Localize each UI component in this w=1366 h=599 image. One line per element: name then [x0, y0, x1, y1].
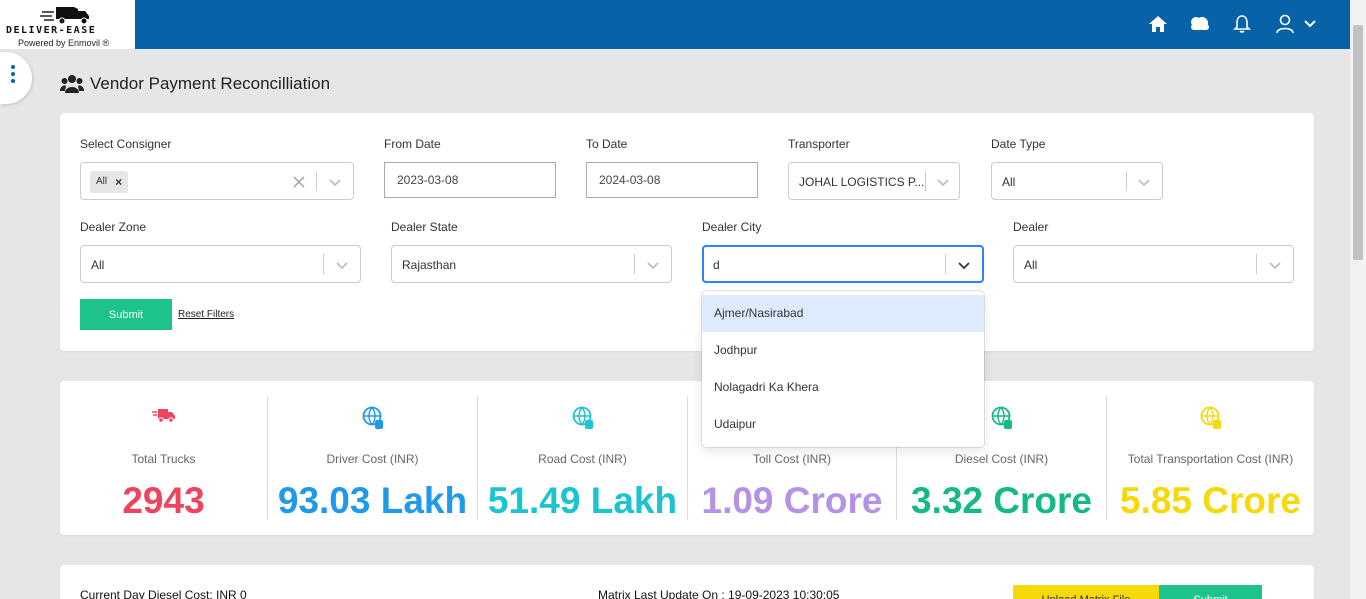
- dealer-label: Dealer: [1013, 220, 1049, 234]
- weather-cloud-icon[interactable]: [1188, 12, 1212, 36]
- to-date-label: To Date: [586, 137, 628, 151]
- dealer-city-select[interactable]: d: [702, 245, 984, 283]
- dealer-state-value: Rajasthan: [402, 258, 457, 272]
- current-diesel-cost-text: Current Day Diesel Cost: INR 0: [80, 588, 247, 599]
- stat-label: Total Transportation Cost (INR): [1127, 452, 1294, 466]
- transporter-select[interactable]: JOHAL LOGISTICS P...: [788, 162, 960, 200]
- truck-icon: [151, 409, 175, 423]
- stat-value: 5.85 Crore: [1120, 480, 1301, 521]
- submit-button[interactable]: Submit: [80, 299, 172, 330]
- dealer-city-label: Dealer City: [702, 220, 762, 234]
- stat-label: Diesel Cost (INR): [954, 452, 1049, 466]
- page-title: Vendor Payment Reconcilliation: [60, 74, 330, 94]
- date-type-select[interactable]: All: [991, 162, 1163, 200]
- chevron-down-icon[interactable]: [327, 174, 343, 190]
- chevron-down-icon[interactable]: [334, 257, 350, 273]
- transporter-value: JOHAL LOGISTICS P...: [799, 175, 924, 189]
- to-date-input[interactable]: 2024-03-08: [586, 162, 758, 198]
- dealer-zone-label: Dealer Zone: [80, 220, 147, 234]
- select-separator: [1256, 254, 1257, 274]
- dealer-state-select[interactable]: Rajasthan: [391, 245, 672, 283]
- stat-total-trucks: Total Trucks 2943: [60, 396, 267, 521]
- from-date-input[interactable]: 2023-03-08: [384, 162, 556, 198]
- page-title-text: Vendor Payment Reconcilliation: [90, 74, 331, 93]
- reset-filters-link[interactable]: Reset Filters: [178, 309, 234, 320]
- matrix-submit-button[interactable]: Submit: [1159, 585, 1262, 599]
- consigner-label: Select Consigner: [80, 137, 172, 151]
- truck-logo-icon: [40, 7, 89, 25]
- home-icon[interactable]: [1146, 12, 1170, 36]
- dot-icon: [11, 72, 15, 76]
- stat-value: 2943: [122, 480, 205, 521]
- stat-driver-cost: Driver Cost (INR) 93.03 Lakh: [268, 396, 477, 521]
- user-menu[interactable]: [1272, 12, 1320, 36]
- stat-label: Road Cost (INR): [538, 452, 627, 466]
- filter-panel: Select Consigner All × From Date 2023-03…: [60, 113, 1314, 351]
- globe-hand-icon: [572, 406, 593, 429]
- matrix-update-text: Matrix Last Update On : 19-09-2023 10:30…: [598, 588, 840, 599]
- diesel-matrix-panel: Current Day Diesel Cost: INR 0 Matrix La…: [60, 565, 1314, 599]
- stat-label: Total Trucks: [131, 452, 196, 466]
- dot-icon: [11, 79, 15, 83]
- stat-label: Toll Cost (INR): [752, 452, 831, 466]
- scrollbar-thumb[interactable]: [1353, 25, 1363, 260]
- sidebar-toggle[interactable]: [0, 52, 32, 104]
- stat-value: 3.32 Crore: [911, 480, 1092, 521]
- remove-tag-icon[interactable]: ×: [115, 171, 122, 193]
- brand-logo[interactable]: DELIVER-EASE Powered by Enmovil ®: [0, 0, 135, 49]
- dealer-select[interactable]: All: [1013, 245, 1294, 283]
- chevron-down-icon[interactable]: [935, 174, 951, 190]
- stat-value: 93.03 Lakh: [277, 480, 468, 521]
- dealer-zone-select[interactable]: All: [80, 245, 361, 283]
- chevron-down-icon[interactable]: [645, 257, 661, 273]
- dropdown-option[interactable]: Udaipur: [702, 406, 984, 443]
- dealer-city-search-text: d: [713, 258, 720, 272]
- stat-total-transport-cost: Total Transportation Cost (INR) 5.85 Cro…: [1107, 396, 1314, 521]
- from-date-label: From Date: [384, 137, 441, 151]
- transporter-label: Transporter: [788, 137, 850, 151]
- dealer-value: All: [1024, 258, 1038, 272]
- consigner-tag: All ×: [90, 171, 129, 193]
- select-separator: [945, 254, 946, 274]
- select-separator: [323, 254, 324, 274]
- dropdown-option[interactable]: Ajmer/Nasirabad: [702, 295, 984, 332]
- select-separator: [316, 171, 317, 191]
- logo-subtitle: Powered by Enmovil ®: [18, 38, 110, 48]
- consigner-tag-label: All: [96, 176, 108, 187]
- select-separator: [634, 254, 635, 274]
- dealer-state-label: Dealer State: [391, 220, 458, 234]
- stat-road-cost: Road Cost (INR) 51.49 Lakh: [478, 396, 687, 521]
- dropdown-option[interactable]: Nolagadri Ka Khera: [702, 369, 984, 406]
- globe-hand-icon: [1200, 406, 1221, 429]
- chevron-down-icon: [1304, 20, 1316, 28]
- select-separator: [925, 171, 926, 191]
- cost-summary-panel: Total Trucks 2943 Driver Cost (INR) 93.0…: [60, 381, 1314, 535]
- select-separator: [1126, 171, 1127, 191]
- date-type-label: Date Type: [991, 137, 1046, 151]
- notification-bell-icon[interactable]: [1230, 12, 1254, 36]
- top-navbar: DELIVER-EASE Powered by Enmovil ®: [0, 0, 1350, 49]
- chevron-down-icon[interactable]: [956, 257, 972, 273]
- dot-icon: [11, 65, 15, 69]
- chevron-down-icon[interactable]: [1136, 174, 1152, 190]
- logo-text: DELIVER-EASE: [6, 25, 97, 36]
- stat-value: 51.49 Lakh: [487, 480, 678, 521]
- upload-matrix-button[interactable]: Upload Matrix File: [1013, 585, 1159, 599]
- stat-label: Driver Cost (INR): [326, 452, 419, 466]
- navbar-actions: [1146, 12, 1320, 36]
- clear-icon[interactable]: [293, 176, 305, 188]
- dealer-city-dropdown-menu: Ajmer/Nasirabad Jodhpur Nolagadri Ka Khe…: [702, 291, 984, 447]
- users-group-icon: [60, 75, 84, 93]
- dropdown-option[interactable]: Jodhpur: [702, 332, 984, 369]
- date-type-value: All: [1002, 175, 1016, 189]
- vertical-scrollbar[interactable]: [1350, 0, 1366, 599]
- dealer-zone-value: All: [91, 258, 105, 272]
- globe-hand-icon: [991, 406, 1012, 429]
- chevron-down-icon[interactable]: [1267, 257, 1283, 273]
- consigner-select[interactable]: All ×: [80, 162, 354, 200]
- stat-value: 1.09 Crore: [701, 480, 883, 521]
- globe-hand-icon: [362, 406, 383, 429]
- user-icon: [1276, 14, 1294, 34]
